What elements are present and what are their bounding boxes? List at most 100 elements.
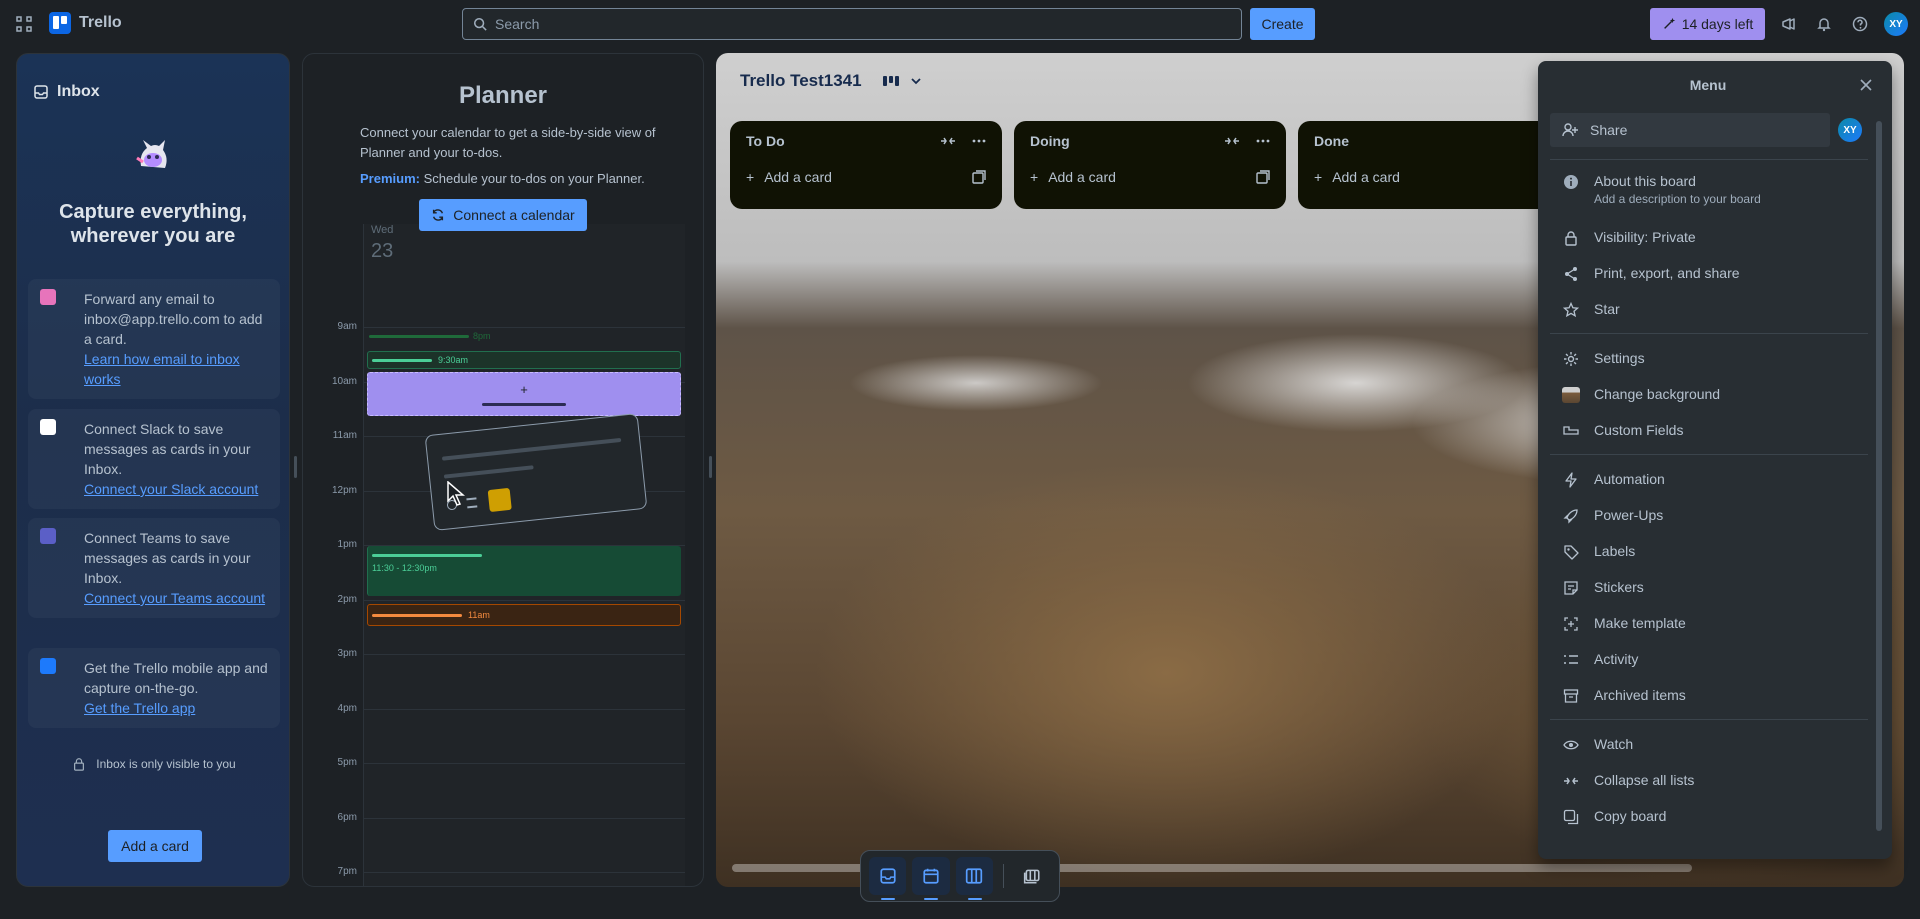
template-icon <box>1562 615 1580 633</box>
hour-label: 2pm <box>337 594 357 605</box>
calendar-weekday: Wed <box>371 224 394 236</box>
board-toggle-button[interactable] <box>955 857 993 900</box>
calendar-event: 8pm <box>369 330 681 342</box>
list-title[interactable]: Doing <box>1030 133 1070 149</box>
hour-label: 12pm <box>331 485 357 496</box>
email-forward-card: Forward any email to inbox@app.trello.co… <box>28 279 280 399</box>
collapse-list-icon[interactable] <box>1224 135 1240 147</box>
description-icon <box>466 497 478 509</box>
switch-boards-icon <box>1023 867 1041 885</box>
search-icon <box>473 17 487 31</box>
create-from-template-icon[interactable] <box>1256 170 1270 184</box>
visibility-label: Visibility: Private <box>1594 229 1696 245</box>
help-icon[interactable] <box>1848 12 1872 36</box>
menu-custom-fields[interactable]: Custom Fields <box>1550 422 1868 440</box>
connect-slack-link[interactable]: Connect your Slack account <box>84 481 258 497</box>
list-title[interactable]: To Do <box>746 133 785 149</box>
add-person-icon <box>1562 122 1578 138</box>
inbox-add-card-button[interactable]: Add a card <box>108 830 202 862</box>
add-card-label: Add a card <box>764 169 832 185</box>
event-placeholder-bar <box>372 358 432 362</box>
teams-card: Connect Teams to save messages as cards … <box>28 518 280 618</box>
privacy-text: Inbox is only visible to you <box>96 757 236 771</box>
event-time: 11am <box>468 610 490 620</box>
inbox-resize-handle[interactable] <box>294 456 297 478</box>
menu-collapse-all-lists[interactable]: Collapse all lists <box>1550 772 1868 790</box>
add-card-row[interactable]: + Add a card <box>1022 161 1278 193</box>
menu-make-template[interactable]: Make template <box>1550 615 1868 633</box>
hour-label: 10am <box>331 376 357 387</box>
add-card-row[interactable]: + Add a card <box>738 161 994 193</box>
get-app-link[interactable]: Get the Trello app <box>84 700 195 716</box>
member-avatar[interactable]: XY <box>1838 118 1862 142</box>
menu-about-board[interactable]: About this board Add a description to yo… <box>1550 173 1868 206</box>
bell-icon[interactable] <box>1812 12 1836 36</box>
gear-icon <box>1562 350 1580 368</box>
menu-automation[interactable]: Automation <box>1550 471 1868 489</box>
list-title[interactable]: Done <box>1314 133 1349 149</box>
board-title[interactable]: Trello Test1341 <box>740 71 862 91</box>
list-to-do: To Do + Add a card <box>730 121 1002 209</box>
inbox-header: Inbox <box>17 54 289 110</box>
menu-watch[interactable]: Watch <box>1550 736 1868 754</box>
collapse-list-icon[interactable] <box>940 135 956 147</box>
chevron-down-icon <box>910 75 922 87</box>
board-view-switcher[interactable] <box>882 74 922 88</box>
search-box[interactable] <box>462 8 1242 40</box>
email-help-link[interactable]: Learn how email to inbox works <box>84 351 240 387</box>
menu-visibility[interactable]: Visibility: Private <box>1550 229 1868 247</box>
mobile-app-icon <box>40 658 56 674</box>
app-name: Trello <box>79 14 122 31</box>
connect-calendar-button[interactable]: Connect a calendar <box>419 199 587 231</box>
megaphone-icon[interactable] <box>1777 12 1801 36</box>
archived-items-label: Archived items <box>1594 687 1686 703</box>
menu-power-ups[interactable]: Power-Ups <box>1550 507 1868 525</box>
create-button[interactable]: Create <box>1250 8 1315 40</box>
copy-icon <box>1562 808 1580 826</box>
user-avatar[interactable]: XY <box>1884 12 1908 36</box>
more-options-icon[interactable] <box>972 139 986 143</box>
menu-labels[interactable]: Labels <box>1550 543 1868 561</box>
menu-stickers[interactable]: Stickers <box>1550 579 1868 597</box>
inbox-toggle-button[interactable] <box>869 857 907 900</box>
connect-teams-link[interactable]: Connect your Teams account <box>84 590 265 606</box>
hour-label: 7pm <box>337 866 357 877</box>
planner-toggle-button[interactable] <box>912 857 950 900</box>
share-label: Share <box>1590 122 1628 138</box>
menu-star[interactable]: Star <box>1550 301 1868 319</box>
inbox-card-text: Forward any email to inbox@app.trello.co… <box>84 291 263 347</box>
collapse-all-label: Collapse all lists <box>1594 772 1695 788</box>
connect-calendar-label: Connect a calendar <box>453 207 575 223</box>
hour-line <box>363 327 685 328</box>
menu-print-export[interactable]: Print, export, and share <box>1550 265 1868 283</box>
menu-archived-items[interactable]: Archived items <box>1550 687 1868 705</box>
apps-grid-icon[interactable] <box>12 12 36 36</box>
switch-boards-button[interactable] <box>1014 857 1051 895</box>
create-from-template-icon[interactable] <box>972 170 986 184</box>
trello-logo[interactable]: Trello <box>49 12 122 34</box>
close-icon[interactable] <box>1854 73 1878 97</box>
mobile-app-card: Get the Trello mobile app and capture on… <box>28 648 280 728</box>
menu-divider <box>1550 719 1868 720</box>
calendar-event: 9:30am <box>367 351 681 369</box>
menu-copy-board[interactable]: Copy board <box>1550 808 1868 826</box>
drop-placeholder-bar <box>482 403 566 406</box>
menu-settings[interactable]: Settings <box>1550 350 1868 368</box>
sync-icon <box>431 208 445 222</box>
menu-activity[interactable]: Activity <box>1550 651 1868 669</box>
share-button[interactable]: Share <box>1550 113 1830 147</box>
more-options-icon[interactable] <box>1256 139 1270 143</box>
planner-drop-zone[interactable]: + <box>367 372 681 416</box>
about-board-title: About this board <box>1594 173 1696 189</box>
custom-fields-label: Custom Fields <box>1594 422 1684 438</box>
search-input[interactable] <box>495 16 1195 32</box>
menu-divider <box>1550 454 1868 455</box>
add-card-row[interactable]: + Add a card <box>1306 161 1562 193</box>
premium-text: Schedule your to-dos on your Planner. <box>419 171 645 186</box>
planner-resize-handle[interactable] <box>709 456 712 478</box>
teams-icon <box>40 528 56 544</box>
switcher-divider <box>1002 864 1004 888</box>
trial-days-button[interactable]: 14 days left <box>1650 8 1765 40</box>
menu-scrollbar[interactable] <box>1876 121 1882 831</box>
menu-change-background[interactable]: Change background <box>1550 386 1868 404</box>
